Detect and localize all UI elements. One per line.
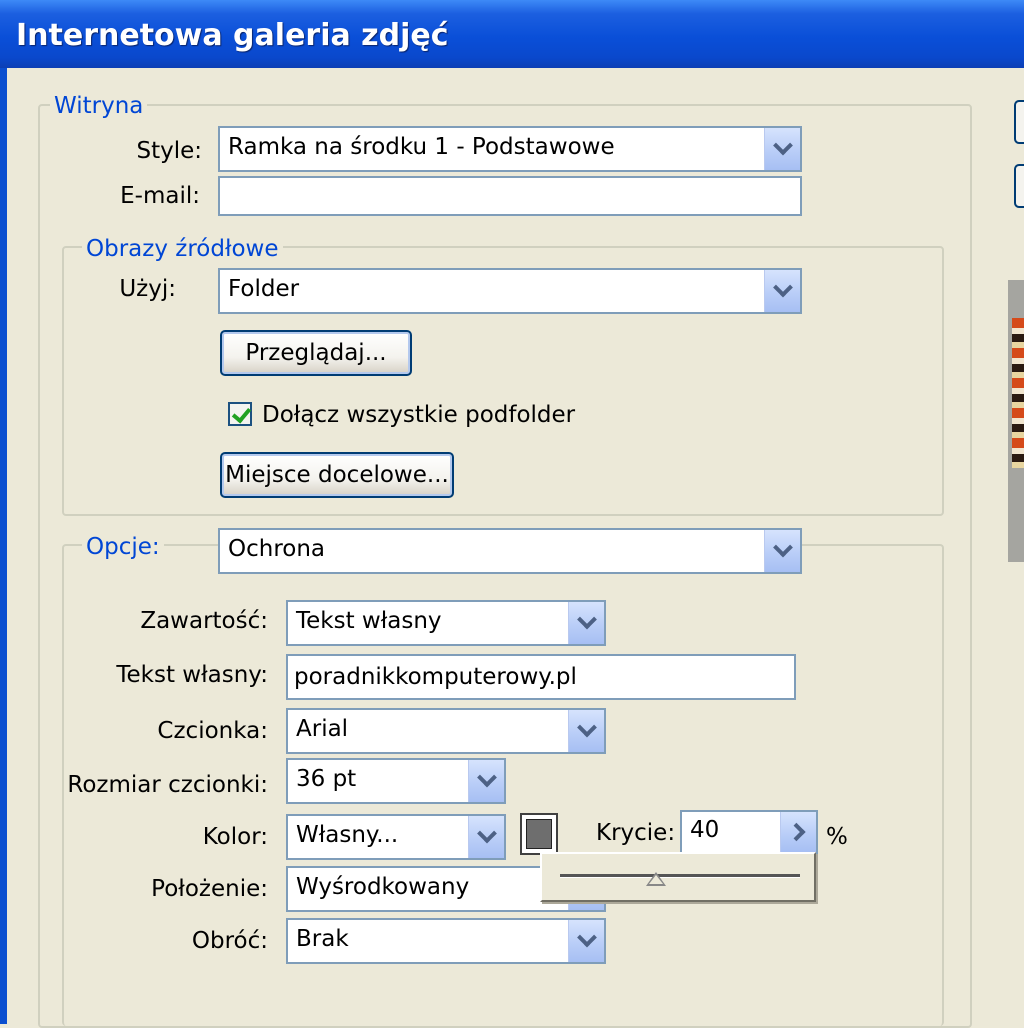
color-label: Kolor:	[202, 824, 268, 850]
rotate-value: Brak	[296, 926, 349, 952]
chevron-down-icon	[476, 767, 497, 788]
font-size-value: 36 pt	[296, 766, 357, 792]
content-label: Zawartość:	[140, 608, 268, 634]
use-label: Użyj:	[119, 276, 176, 302]
font-size-label: Rozmiar czcionki:	[67, 772, 268, 798]
ok-button[interactable]	[1014, 100, 1024, 144]
content-dropdown-button[interactable]	[568, 602, 604, 644]
style-label: Style:	[136, 138, 202, 164]
opacity-slider-thumb[interactable]	[646, 872, 666, 886]
chevron-down-icon	[772, 537, 793, 558]
custom-text-label: Tekst własny:	[116, 662, 268, 688]
color-dropdown-button[interactable]	[468, 816, 504, 858]
checkmark-icon	[231, 403, 252, 424]
options-section-dropdown-button[interactable]	[764, 530, 800, 572]
cancel-button[interactable]	[1014, 164, 1024, 208]
opacity-slider-track[interactable]	[560, 874, 800, 878]
legend-options: Opcje:	[82, 534, 164, 560]
opacity-field[interactable]: 40	[680, 810, 818, 854]
font-size-select[interactable]: 36 pt	[286, 758, 506, 804]
chevron-down-icon	[576, 717, 597, 738]
use-value: Folder	[228, 276, 300, 302]
font-label: Czcionka:	[157, 718, 268, 744]
color-swatch-button[interactable]	[520, 813, 558, 855]
style-select[interactable]: Ramka na środku 1 - Podstawowe	[218, 126, 802, 172]
font-size-dropdown-button[interactable]	[468, 760, 504, 802]
options-section-select[interactable]: Ochrona	[218, 528, 802, 574]
chevron-down-icon	[772, 277, 793, 298]
legend-witryna: Witryna	[50, 93, 148, 119]
browse-button-label: Przeglądaj...	[245, 340, 387, 366]
font-select[interactable]: Arial	[286, 708, 606, 754]
content-select[interactable]: Tekst własny	[286, 600, 606, 646]
content-value: Tekst własny	[296, 608, 442, 634]
title-bar[interactable]: Internetowa galeria zdjęć	[0, 0, 1024, 68]
position-value: Wyśrodkowany	[296, 874, 470, 900]
rotate-select[interactable]: Brak	[286, 918, 606, 964]
use-select[interactable]: Folder	[218, 268, 802, 314]
destination-button[interactable]: Miejsce docelowe...	[220, 452, 454, 498]
opacity-value: 40	[690, 817, 720, 843]
font-dropdown-button[interactable]	[568, 710, 604, 752]
custom-text-field[interactable]: poradnikkomputerowy.pl	[286, 654, 796, 700]
email-field[interactable]	[218, 176, 802, 216]
rotate-label: Obróć:	[191, 928, 268, 954]
color-select[interactable]: Własny...	[286, 814, 506, 860]
position-label: Położenie:	[151, 876, 268, 902]
email-label: E-mail:	[120, 183, 200, 209]
chevron-right-icon	[786, 822, 806, 842]
options-section-value: Ochrona	[228, 536, 326, 562]
opacity-unit: %	[826, 824, 848, 850]
use-dropdown-button[interactable]	[764, 270, 800, 312]
opacity-slider-popup	[540, 852, 816, 902]
preview-thumbnails	[1012, 318, 1024, 468]
chevron-down-icon	[576, 927, 597, 948]
color-swatch	[526, 819, 552, 849]
opacity-slider-toggle[interactable]	[780, 812, 816, 852]
chevron-down-icon	[772, 135, 793, 156]
chevron-down-icon	[576, 609, 597, 630]
font-value: Arial	[296, 716, 349, 742]
chevron-down-icon	[476, 823, 497, 844]
window-frame-left	[0, 68, 7, 1024]
color-value: Własny...	[296, 822, 399, 848]
window-title: Internetowa galeria zdjęć	[16, 18, 449, 53]
opacity-label: Krycie:	[596, 820, 676, 846]
style-dropdown-button[interactable]	[764, 128, 800, 170]
legend-source-images: Obrazy źródłowe	[82, 236, 283, 262]
destination-button-label: Miejsce docelowe...	[225, 462, 449, 488]
browse-button[interactable]: Przeglądaj...	[220, 330, 412, 376]
style-value: Ramka na środku 1 - Podstawowe	[228, 134, 615, 160]
rotate-dropdown-button[interactable]	[568, 920, 604, 962]
include-subfolders-label[interactable]: Dołącz wszystkie podfolder	[262, 402, 575, 428]
include-subfolders-checkbox[interactable]	[228, 402, 252, 426]
